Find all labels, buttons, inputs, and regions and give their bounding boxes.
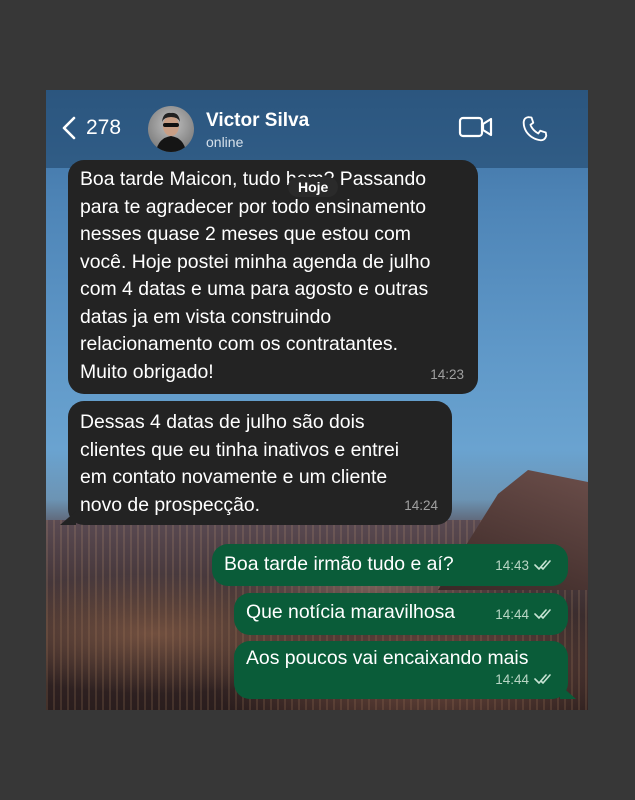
message-text: Dessas 4 datas de julho são dois cliente… — [80, 411, 400, 516]
contact-name[interactable]: Victor Silva — [206, 110, 309, 132]
message-incoming[interactable]: Boa tarde Maicon, tudo bem? Passando par… — [68, 160, 478, 394]
chat-header: 278 Victor Silva online — [46, 90, 588, 168]
bubble-tail — [60, 511, 76, 525]
double-check-icon — [534, 609, 551, 620]
phone-icon — [522, 116, 548, 142]
message-meta: 14:44 — [495, 601, 554, 629]
contact-status: online — [206, 134, 244, 150]
double-check-icon — [534, 560, 551, 571]
message-time: 14:24 — [404, 497, 438, 513]
double-check-icon — [534, 674, 551, 685]
voice-call-button[interactable] — [520, 114, 550, 149]
video-call-icon — [458, 116, 493, 138]
message-outgoing[interactable]: Que notícia maravilhosa 14:44 — [234, 593, 568, 635]
video-call-button[interactable] — [458, 114, 494, 145]
message-text: Boa tarde Maicon, tudo bem? Passando par… — [80, 168, 431, 383]
message-meta: 14:44 — [495, 666, 554, 694]
message-outgoing[interactable]: Aos poucos vai encaixando mais 14:44 — [234, 641, 576, 699]
message-time: 14:43 — [495, 557, 529, 573]
back-button[interactable]: 278 — [62, 116, 121, 140]
message-time: 14:44 — [495, 606, 529, 622]
date-divider: Hoje — [288, 177, 339, 197]
chevron-left-icon — [62, 116, 76, 140]
message-time: 14:44 — [495, 671, 529, 687]
unread-count: 278 — [86, 116, 122, 139]
avatar[interactable] — [148, 106, 194, 152]
chat-screen: 278 Victor Silva online Boa tarde Maicon… — [46, 90, 588, 710]
message-time: 14:23 — [430, 366, 464, 382]
message-meta: 14:43 — [495, 552, 554, 580]
message-outgoing[interactable]: Boa tarde irmão tudo e aí? 14:43 — [212, 544, 568, 586]
message-incoming[interactable]: Dessas 4 datas de julho são dois cliente… — [60, 401, 452, 525]
